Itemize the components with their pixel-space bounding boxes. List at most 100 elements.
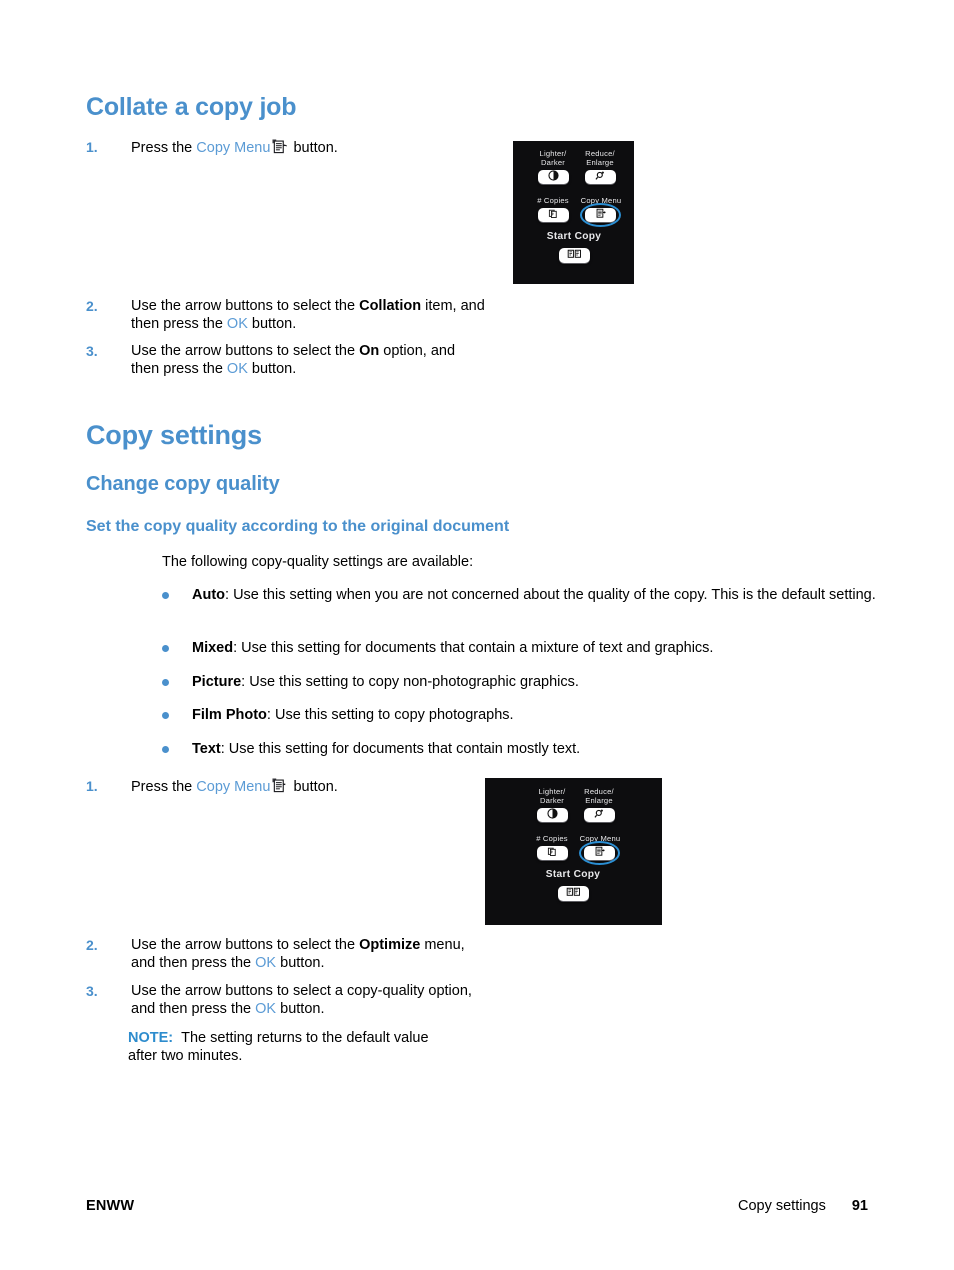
control-panel-body: Lighter/ Darker Reduce/ Enlarge # Copies… <box>513 141 634 284</box>
stacked-pages-icon <box>547 846 558 860</box>
step-text-pre: Press the <box>131 779 197 795</box>
option-name: Mixed <box>192 640 234 656</box>
cp1-lighter-darker-button[interactable] <box>538 170 569 184</box>
list-item: Mixed: Use this setting for documents th… <box>162 639 892 658</box>
footer-right: Copy settings 91 <box>738 1198 868 1214</box>
step-number: 2. <box>86 937 98 953</box>
contrast-circle-icon <box>547 808 558 822</box>
cp2-lighter-darker-button[interactable] <box>537 808 568 822</box>
control-panel-image-2: Lighter/ Darker Reduce/ Enlarge # Copies… <box>485 778 662 925</box>
copy-menu-link[interactable]: Copy Menu <box>196 779 270 795</box>
ok-link[interactable]: OK <box>227 361 248 377</box>
option-desc: : Use this setting for documents that co… <box>220 741 581 757</box>
magnifier-plus-icon <box>594 808 605 822</box>
step-text: Use the arrow buttons to select the Coll… <box>131 298 486 333</box>
step-text-pre: Use the arrow buttons to select the <box>131 343 360 359</box>
cp2-copies-label: # Copies <box>536 834 568 843</box>
bullet-icon <box>162 679 169 686</box>
list-item: Film Photo: Use this setting to copy pho… <box>162 706 892 725</box>
cp2-reduce-enlarge-button[interactable] <box>584 808 615 822</box>
step-number: 1. <box>86 778 98 794</box>
list-item: Auto: Use this setting when you are not … <box>162 586 892 605</box>
copy-menu-icon <box>272 778 287 793</box>
bullet-icon <box>162 712 169 719</box>
copy-menu-highlight-ring <box>579 841 620 865</box>
list-item: Picture: Use this setting to copy non-ph… <box>162 673 892 692</box>
ok-link[interactable]: OK <box>255 1001 276 1017</box>
bullet-icon <box>162 592 169 599</box>
magnifier-plus-icon <box>595 170 606 184</box>
note-label: NOTE: <box>128 1030 174 1046</box>
step-text: Press the Copy Menu button. <box>131 139 486 158</box>
step-text-post: button. <box>289 779 338 795</box>
list-item: Text: Use this setting for documents tha… <box>162 740 892 759</box>
step-text-pre: Use the arrow buttons to select the <box>131 937 360 953</box>
note-text: The setting returns to the default value… <box>128 1030 429 1064</box>
cp2-lighter-darker-label: Lighter/ Darker <box>538 787 566 805</box>
footer-section: Copy settings <box>737 1198 826 1214</box>
ok-link[interactable]: OK <box>227 316 248 332</box>
option-name: Picture <box>192 674 242 690</box>
list-item-text: Mixed: Use this setting for documents th… <box>192 639 892 658</box>
option-name: Auto <box>192 587 226 603</box>
copy-quality-step-2: 2. Use the arrow buttons to select the O… <box>86 937 486 972</box>
option-desc: : Use this setting for documents that co… <box>233 640 714 656</box>
contrast-circle-icon <box>548 170 559 184</box>
step-emphasis: Optimize <box>359 937 421 953</box>
step-number: 2. <box>86 298 98 314</box>
option-desc: : Use this setting when you are not conc… <box>225 587 876 603</box>
list-item-text: Text: Use this setting for documents tha… <box>192 740 892 759</box>
copy-menu-link[interactable]: Copy Menu <box>196 140 270 156</box>
bullet-icon <box>162 746 169 753</box>
step-emphasis: Collation <box>359 298 422 314</box>
cp2-start-copy-label: Start Copy <box>545 869 601 880</box>
collate-step-2: 2. Use the arrow buttons to select the C… <box>86 298 486 333</box>
cp1-reduce-enlarge-button[interactable] <box>585 170 616 184</box>
footer-left: ENWW <box>86 1198 135 1214</box>
cp2-reduce-enlarge-label: Reduce/ Enlarge <box>584 787 614 805</box>
step-text-post: button. <box>247 315 297 332</box>
list-item-text: Film Photo: Use this setting to copy pho… <box>192 706 892 725</box>
page-title-collate: Collate a copy job <box>86 93 297 121</box>
ok-link[interactable]: OK <box>255 955 276 971</box>
cp1-copies-label: # Copies <box>537 196 569 205</box>
subsection-title-change-copy-quality: Change copy quality <box>86 473 280 495</box>
step-text-post: button. <box>276 1000 325 1017</box>
cp2-copies-button[interactable] <box>537 846 568 860</box>
step-text: Use the arrow buttons to select the Opti… <box>131 937 486 972</box>
copy-menu-icon <box>272 139 288 154</box>
subsubsection-title-set-copy-quality: Set the copy quality according to the or… <box>86 518 510 535</box>
collate-step-3: 3. Use the arrow buttons to select the O… <box>86 343 486 378</box>
bullet-icon <box>162 645 169 652</box>
cp1-lighter-darker-label: Lighter/ Darker <box>539 149 567 167</box>
stacked-pages-icon <box>548 208 559 222</box>
step-emphasis: On <box>359 343 380 359</box>
option-desc: : Use this setting to copy non-photograp… <box>241 674 579 690</box>
step-text: Press the Copy Menu button. <box>131 778 486 797</box>
collate-step-1: 1. Press the Copy Menu button. <box>86 139 486 158</box>
copy-menu-highlight-ring <box>580 203 621 227</box>
option-name: Text <box>192 741 221 757</box>
option-desc: : Use this setting to copy photographs. <box>266 707 514 723</box>
copy-quality-step-1: 1. Press the Copy Menu button. <box>86 778 486 797</box>
cp1-reduce-enlarge-label: Reduce/ Enlarge <box>585 149 615 167</box>
start-copy-icon <box>567 248 582 263</box>
step-text: Use the arrow buttons to select the On o… <box>131 343 486 378</box>
list-item-text: Picture: Use this setting to copy non-ph… <box>192 673 892 692</box>
intro-paragraph: The following copy-quality settings are … <box>162 554 474 570</box>
page-number: 91 <box>851 1198 868 1214</box>
start-copy-icon <box>566 886 581 901</box>
cp2-start-copy-button[interactable] <box>558 886 589 901</box>
control-panel-image-1: Lighter/ Darker Reduce/ Enlarge # Copies… <box>513 141 634 284</box>
cp1-start-copy-button[interactable] <box>559 248 590 263</box>
cp1-copies-button[interactable] <box>538 208 569 222</box>
step-text-pre: Press the <box>131 140 197 156</box>
step-number: 1. <box>86 139 98 155</box>
step-text-pre: Use the arrow buttons to select the <box>131 298 360 314</box>
step-text: Use the arrow buttons to select a copy-q… <box>131 983 486 1018</box>
copy-quality-step-3: 3. Use the arrow buttons to select a cop… <box>86 983 486 1018</box>
section-title-copy-settings: Copy settings <box>86 420 262 450</box>
step-text-post: button. <box>276 954 325 971</box>
control-panel-body: Lighter/ Darker Reduce/ Enlarge # Copies… <box>485 778 662 925</box>
step-text-post: button. <box>247 360 297 377</box>
